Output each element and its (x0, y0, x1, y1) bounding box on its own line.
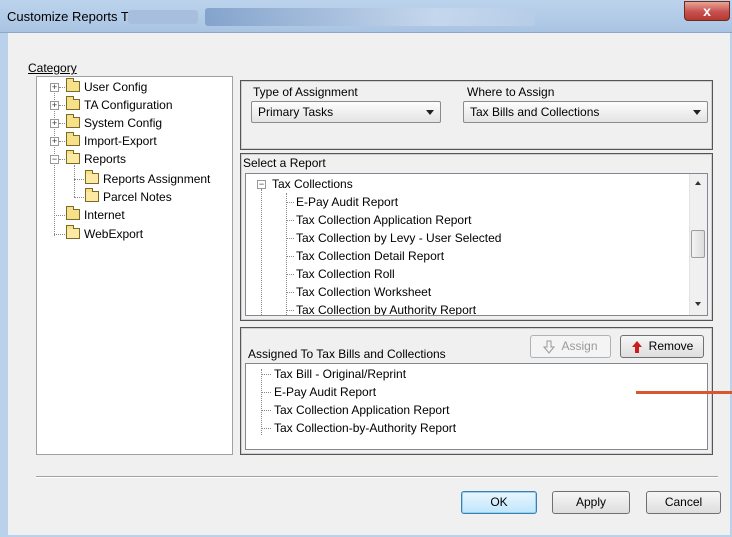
folder-open-icon (85, 170, 99, 185)
collapse-icon[interactable]: − (50, 155, 59, 164)
where-to-assign-label: Where to Assign (467, 85, 555, 99)
tree-item-internet[interactable]: Internet (66, 206, 125, 224)
arrow-down-icon (543, 340, 556, 354)
scroll-up-icon[interactable] (695, 181, 701, 185)
where-to-assign-select[interactable]: Tax Bills and Collections (463, 101, 708, 123)
tree-item-reports[interactable]: Reports (66, 150, 126, 168)
list-item[interactable]: Tax Collection Detail Report (296, 247, 444, 265)
tree-line (261, 392, 271, 393)
window-title: Customize Reports Tab (7, 9, 142, 24)
list-item[interactable]: Tax Collection Worksheet (296, 283, 431, 301)
type-of-assignment-label: Type of Assignment (253, 85, 358, 99)
tree-line (261, 410, 271, 411)
close-button[interactable]: x (684, 1, 730, 21)
tree-item-system-config[interactable]: System Config (66, 114, 162, 132)
title-blur-region (128, 10, 198, 24)
category-tree[interactable]: + User Config + TA Configuration + Syste… (36, 76, 233, 455)
report-list[interactable]: − Tax Collections E-Pay Audit Report Tax… (245, 173, 708, 316)
tree-line (286, 274, 294, 275)
folder-open-icon (85, 188, 99, 203)
folder-icon (66, 96, 80, 111)
report-group-tax-collections[interactable]: Tax Collections (272, 175, 353, 193)
chevron-down-icon (426, 110, 434, 115)
list-item[interactable]: Tax Collection by Authority Report (296, 301, 476, 315)
category-label: Category (28, 61, 77, 75)
tree-item-user-config[interactable]: User Config (66, 78, 147, 96)
folder-open-icon (66, 150, 80, 165)
tree-line (261, 374, 271, 375)
list-item[interactable]: Tax Collection Roll (296, 265, 395, 283)
type-of-assignment-value: Primary Tasks (258, 105, 334, 119)
expand-icon[interactable]: + (50, 101, 59, 110)
ok-button[interactable]: OK (461, 491, 537, 514)
list-item[interactable]: E-Pay Audit Report (296, 193, 398, 211)
folder-icon (66, 78, 80, 93)
type-of-assignment-select[interactable]: Primary Tasks (251, 101, 441, 123)
select-report-label: Select a Report (243, 156, 326, 170)
folder-icon (66, 114, 80, 129)
list-item[interactable]: Tax Collection-by-Authority Report (274, 419, 456, 437)
where-to-assign-value: Tax Bills and Collections (470, 105, 600, 119)
tree-line (74, 197, 84, 198)
title-bar: Customize Reports Tab x (0, 0, 732, 33)
tree-line (286, 310, 294, 311)
tree-line (286, 238, 294, 239)
tree-line (286, 256, 294, 257)
tree-line (74, 165, 75, 197)
apply-button[interactable]: Apply (552, 491, 630, 514)
tree-line (74, 179, 84, 180)
assign-button[interactable]: Assign (530, 335, 611, 358)
list-item[interactable]: Tax Collection Application Report (296, 211, 471, 229)
assigned-label: Assigned To Tax Bills and Collections (248, 347, 446, 361)
tree-item-webexport[interactable]: WebExport (66, 225, 143, 243)
tree-line (261, 189, 262, 315)
close-icon: x (703, 3, 711, 19)
annotation-line (636, 391, 732, 394)
tree-line (286, 193, 287, 315)
scroll-down-icon[interactable] (695, 302, 701, 306)
tree-line (261, 428, 271, 429)
list-item[interactable]: Tax Collection Application Report (274, 401, 449, 419)
arrow-up-icon (631, 340, 642, 353)
list-item[interactable]: Tax Collection by Levy - User Selected (296, 229, 501, 247)
tree-item-ta-configuration[interactable]: TA Configuration (66, 96, 173, 114)
footer-divider (36, 476, 718, 478)
folder-icon (66, 132, 80, 147)
tree-line (261, 369, 262, 435)
expand-icon[interactable]: + (50, 83, 59, 92)
cancel-button[interactable]: Cancel (646, 491, 721, 514)
tree-item-reports-assignment[interactable]: Reports Assignment (85, 170, 210, 188)
assigned-list[interactable]: Tax Bill - Original/Reprint E-Pay Audit … (245, 363, 708, 450)
title-blur-region-wide (205, 8, 535, 26)
expand-icon[interactable]: + (50, 119, 59, 128)
folder-icon (66, 206, 80, 221)
tree-item-import-export[interactable]: Import-Export (66, 132, 157, 150)
scroll-thumb[interactable] (691, 230, 705, 258)
tree-line (286, 202, 294, 203)
expand-icon[interactable]: + (50, 137, 59, 146)
list-item[interactable]: Tax Bill - Original/Reprint (274, 365, 406, 383)
list-item[interactable]: E-Pay Audit Report (274, 383, 376, 401)
remove-button[interactable]: Remove (620, 335, 704, 358)
folder-open-icon (66, 225, 80, 240)
tree-item-parcel-notes[interactable]: Parcel Notes (85, 188, 172, 206)
chevron-down-icon (693, 110, 701, 115)
report-list-scrollbar[interactable] (689, 174, 707, 315)
collapse-icon[interactable]: − (257, 180, 266, 189)
tree-line (286, 220, 294, 221)
tree-line (286, 292, 294, 293)
